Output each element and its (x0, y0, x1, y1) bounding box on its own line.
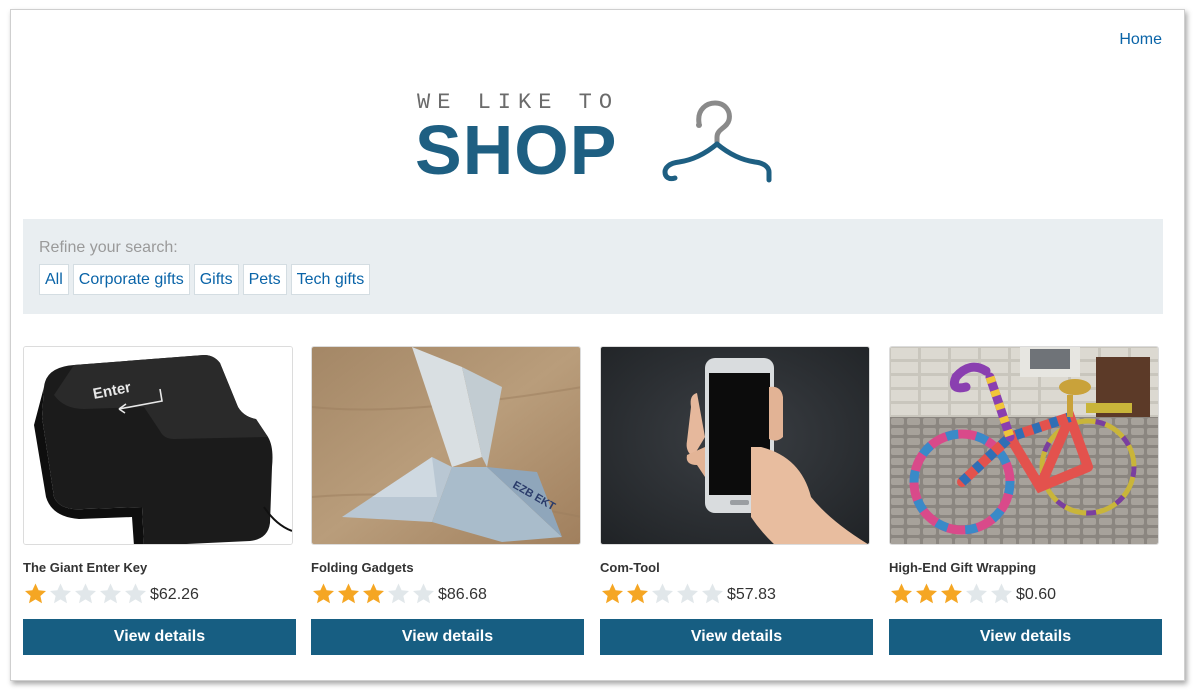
product-title[interactable]: The Giant Enter Key (23, 560, 147, 575)
product-title[interactable]: Folding Gadgets (311, 560, 414, 575)
product-image-origami-bird[interactable]: EZB EKT (311, 346, 581, 545)
logo-wordmark: SHOP (415, 111, 618, 189)
star-empty-icon (652, 583, 673, 604)
star-empty-icon (991, 583, 1012, 604)
star-filled-icon (627, 583, 648, 604)
star-rating: $86.68 (311, 582, 487, 604)
product-image-giant-enter-key[interactable]: Enter (23, 346, 293, 545)
star-filled-icon (916, 583, 937, 604)
view-details-button[interactable]: View details (23, 619, 296, 655)
product-card: Com-Tool $57.83 View details (600, 346, 874, 656)
star-rating: $0.60 (889, 582, 1056, 604)
refine-label: Refine your search: (39, 239, 178, 256)
product-card: Enter The Giant Enter Key $62.26 View de… (23, 346, 297, 656)
star-filled-icon (891, 583, 912, 604)
filter-tech-gifts[interactable]: Tech gifts (290, 264, 371, 295)
view-details-button[interactable]: View details (600, 619, 873, 655)
category-filters: All Corporate gifts Gifts Pets Tech gift… (39, 264, 371, 295)
star-empty-icon (75, 583, 96, 604)
filter-all[interactable]: All (39, 264, 69, 295)
star-filled-icon (25, 583, 46, 604)
product-grid: Enter The Giant Enter Key $62.26 View de… (23, 346, 1164, 656)
star-filled-icon (941, 583, 962, 604)
home-link[interactable]: Home (1119, 31, 1162, 49)
filter-gifts[interactable]: Gifts (193, 264, 239, 295)
star-filled-icon (338, 583, 359, 604)
view-details-button[interactable]: View details (311, 619, 584, 655)
browser-viewport: Home WE LIKE TO SHOP Refine your search:… (10, 9, 1185, 681)
star-filled-icon (602, 583, 623, 604)
star-rating: $57.83 (600, 582, 776, 604)
star-empty-icon (677, 583, 698, 604)
product-price: $0.60 (1016, 586, 1057, 603)
star-rating: $62.26 (23, 582, 199, 604)
star-empty-icon (413, 583, 434, 604)
star-empty-icon (125, 583, 146, 604)
product-title[interactable]: Com-Tool (600, 560, 660, 575)
product-price: $86.68 (438, 586, 487, 603)
refine-search-panel: Refine your search: All Corporate gifts … (23, 219, 1163, 314)
product-title[interactable]: High-End Gift Wrapping (889, 560, 1036, 575)
product-image-hand-holding-phone[interactable] (600, 346, 870, 545)
site-logo[interactable]: WE LIKE TO SHOP (415, 90, 777, 190)
star-empty-icon (702, 583, 723, 604)
product-image-knitted-bicycle[interactable] (889, 346, 1159, 545)
filter-corporate-gifts[interactable]: Corporate gifts (72, 264, 190, 295)
star-filled-icon (313, 583, 334, 604)
star-empty-icon (50, 583, 71, 604)
star-empty-icon (388, 583, 409, 604)
product-card: High-End Gift Wrapping $0.60 View detail… (889, 346, 1163, 656)
star-empty-icon (966, 583, 987, 604)
product-price: $57.83 (727, 586, 776, 603)
star-empty-icon (100, 583, 121, 604)
product-card: EZB EKT Folding Gadgets $86.68 View deta… (311, 346, 585, 656)
hanger-icon (662, 100, 772, 183)
view-details-button[interactable]: View details (889, 619, 1162, 655)
filter-pets[interactable]: Pets (242, 264, 287, 295)
product-price: $62.26 (150, 586, 199, 603)
star-filled-icon (363, 583, 384, 604)
